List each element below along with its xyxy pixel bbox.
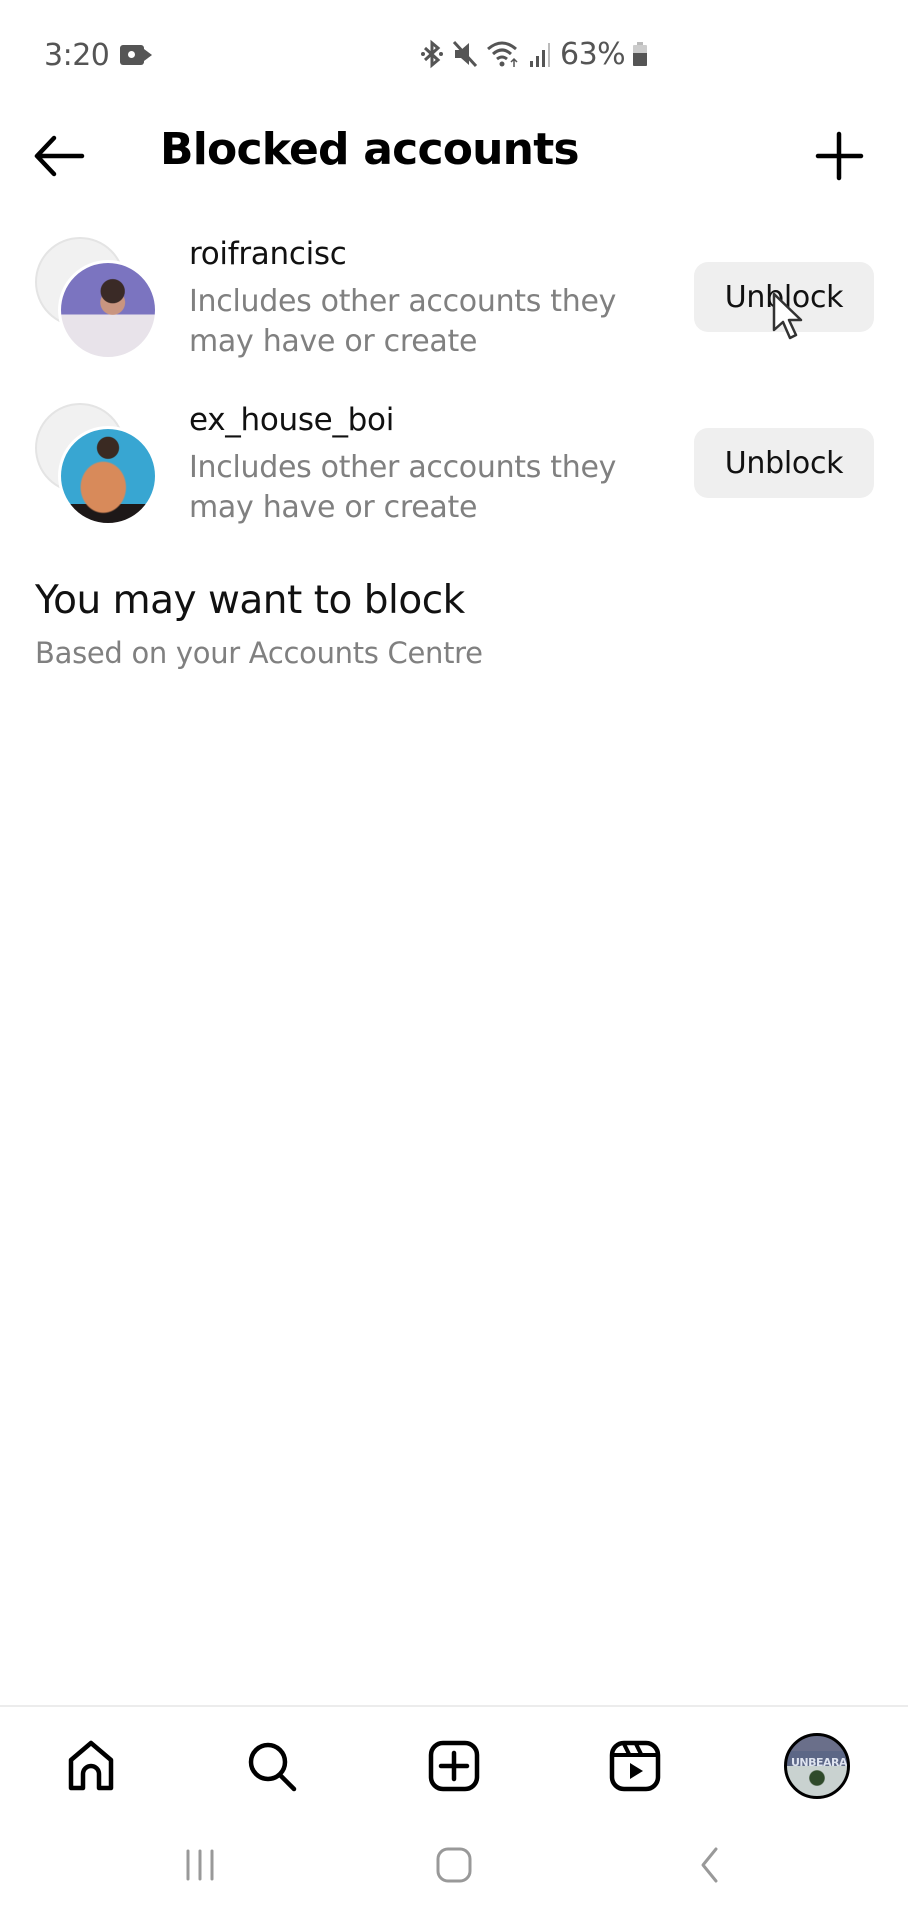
suggestions-title: You may want to block [35,578,465,623]
profile-avatar: UNBEARA [784,1733,850,1799]
mute-icon [452,40,478,68]
status-time: 3:20 [44,38,110,73]
account-description: Includes other accounts they may have or… [189,284,617,359]
plus-square-icon [428,1740,480,1792]
plus-icon [815,131,864,181]
profile-avatar-text: UNBEARA [791,1756,848,1769]
system-back-button[interactable] [670,1830,750,1900]
battery-percent: 63% [560,36,626,72]
back-button[interactable] [28,128,92,184]
system-nav [0,1830,908,1900]
search-icon [248,1742,297,1792]
nav-create[interactable] [414,1726,494,1806]
recent-apps-icon [186,1849,214,1881]
avatar[interactable] [58,426,158,526]
arrow-left-icon [34,135,85,177]
wifi-icon [487,41,518,67]
status-icons: 63% [420,36,648,72]
signal-icon [530,43,550,67]
unblock-button[interactable]: Unblock [694,262,874,332]
recent-apps-button[interactable] [160,1830,240,1900]
username[interactable]: roifrancisc [189,236,347,272]
video-recording-icon [120,45,152,65]
unblock-button[interactable]: Unblock [694,428,874,498]
system-home-button[interactable] [414,1830,494,1900]
bottom-nav: UNBEARA [0,1708,908,1818]
avatar[interactable] [58,260,158,360]
page-title: Blocked accounts [160,124,580,175]
home-icon [68,1740,114,1791]
nav-home[interactable] [51,1726,131,1806]
nav-profile[interactable]: UNBEARA [777,1726,857,1806]
add-blocked-account-button[interactable] [808,128,872,184]
blocked-account-row: roifrancisc Includes other accounts they… [0,222,908,388]
bottom-nav-divider [0,1705,908,1707]
back-chevron-icon [701,1847,718,1883]
home-circle-icon [436,1847,472,1883]
battery-icon [633,42,648,66]
account-description: Includes other accounts they may have or… [189,450,617,525]
nav-search[interactable] [232,1726,312,1806]
reels-icon [609,1740,661,1792]
username[interactable]: ex_house_boi [189,402,394,438]
blocked-account-row: ex_house_boi Includes other accounts the… [0,388,908,554]
bluetooth-icon [421,39,443,69]
suggestions-subtitle: Based on your Accounts Centre [35,636,483,670]
nav-reels[interactable] [595,1726,675,1806]
